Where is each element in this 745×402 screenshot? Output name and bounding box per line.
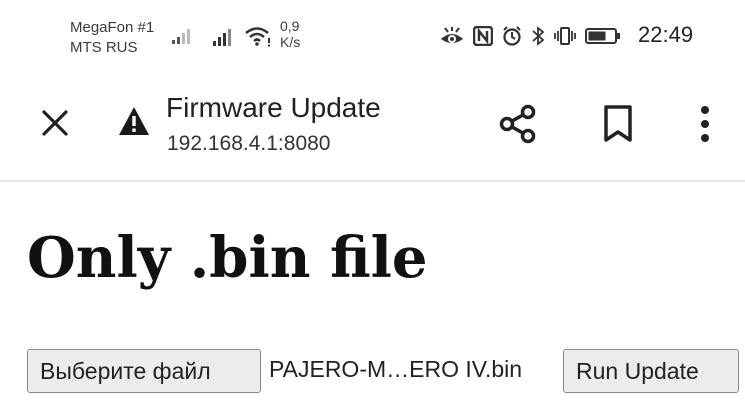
wifi-icon [244, 25, 272, 52]
clock: 22:49 [638, 22, 694, 47]
warning-icon[interactable] [118, 106, 150, 141]
page-title: Firmware Update [166, 92, 381, 123]
signal-icon [172, 28, 192, 49]
bookmark-icon[interactable] [603, 104, 633, 149]
page-heading: Only .bin file [27, 225, 428, 291]
selected-file-name: PAJERO-M…ERO IV.bin [269, 356, 523, 382]
carrier-1: MegaFon #1 [70, 19, 155, 36]
share-icon[interactable] [498, 104, 538, 149]
vibrate-icon [554, 26, 576, 51]
bluetooth-icon [531, 26, 545, 51]
eye-icon [440, 26, 464, 51]
net-speed-value: 0,9 [280, 18, 300, 34]
close-icon[interactable] [40, 108, 70, 143]
signal-icon [213, 26, 237, 51]
browser-toolbar: Firmware Update 192.168.4.1:8080 [0, 72, 745, 182]
net-speed-unit: K/s [280, 34, 301, 50]
carrier-2: MTS RUS [70, 39, 138, 56]
choose-file-button[interactable]: Выберите файл [27, 349, 261, 393]
run-update-button[interactable]: Run Update [563, 349, 739, 393]
alarm-icon [502, 26, 522, 51]
battery-icon [585, 27, 621, 50]
more-vert-icon[interactable] [697, 104, 713, 149]
status-icons [440, 25, 621, 51]
nfc-icon [472, 25, 494, 51]
net-speed: 0,9 K/s [280, 18, 300, 50]
status-bar: MegaFon #1 MTS RUS 0,9 K/s 22:49 [0, 0, 745, 72]
carrier-info: MegaFon #1 MTS RUS [70, 18, 154, 58]
page-url[interactable]: 192.168.4.1:8080 [167, 132, 331, 156]
